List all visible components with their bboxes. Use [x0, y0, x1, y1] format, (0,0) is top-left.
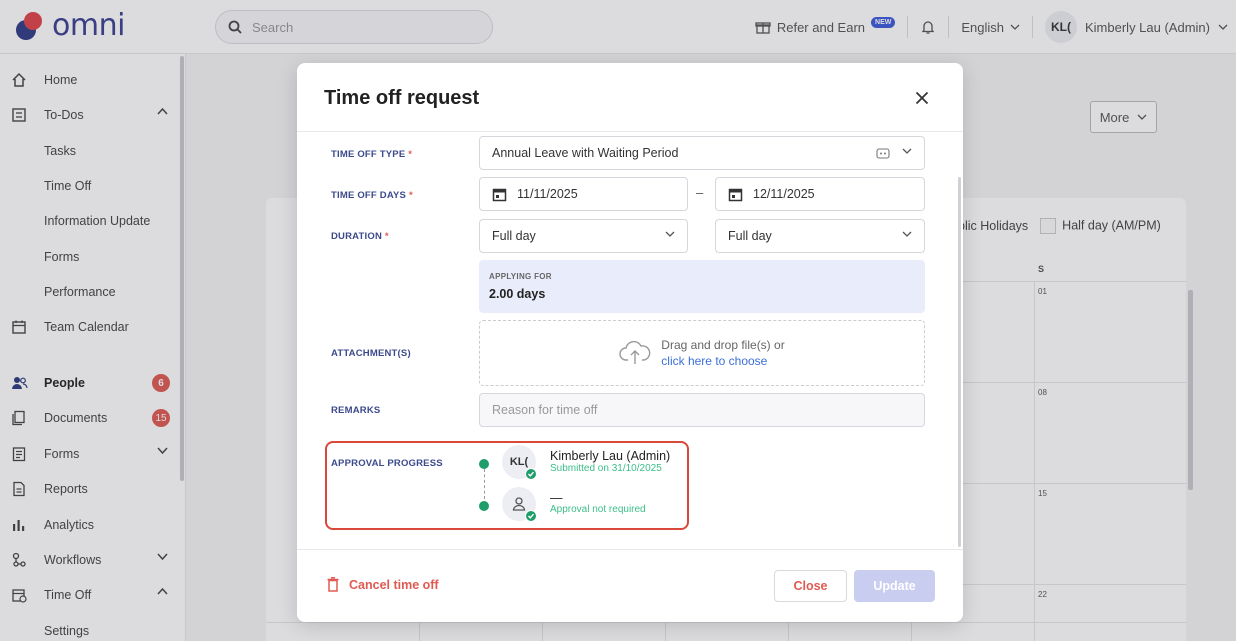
- label-text: TIME OFF TYPE: [331, 149, 406, 160]
- approver-name: —: [550, 491, 563, 505]
- approver-status: Approval not required: [550, 504, 646, 515]
- end-date-field[interactable]: 12/11/2025: [715, 177, 925, 211]
- calendar-icon: [492, 188, 507, 201]
- selected-value: Full day: [492, 229, 536, 243]
- required-mark: *: [384, 231, 389, 242]
- user-icon: [512, 497, 526, 511]
- update-button[interactable]: Update: [854, 570, 935, 602]
- choose-file-link[interactable]: click here to choose: [661, 353, 784, 369]
- start-date-value: 11/11/2025: [517, 187, 578, 201]
- date-range-separator: –: [696, 185, 704, 200]
- applying-for-label: APPLYING FOR: [489, 272, 552, 281]
- time-off-days-label: TIME OFF DAYS *: [331, 190, 413, 201]
- time-off-type-select[interactable]: Annual Leave with Waiting Period: [479, 136, 925, 170]
- chevron-down-icon: [902, 148, 912, 154]
- duration-start-select[interactable]: Full day: [479, 219, 688, 253]
- time-off-request-dialog: Time off request TIME OFF TYPE * Annual …: [297, 63, 963, 622]
- cloud-upload-icon: [619, 340, 651, 364]
- duration-label: DURATION *: [331, 231, 389, 242]
- cancel-time-off-button[interactable]: Cancel time off: [327, 577, 439, 592]
- approval-progress-label: APPROVAL PROGRESS: [331, 458, 443, 469]
- progress-connector: [484, 469, 485, 499]
- remarks-input[interactable]: Reason for time off: [479, 393, 925, 427]
- end-date-value: 12/11/2025: [753, 187, 815, 201]
- label-text: TIME OFF DAYS: [331, 190, 407, 201]
- calendar-icon: [728, 188, 743, 201]
- applying-for-value: 2.00 days: [489, 287, 546, 301]
- file-dropzone[interactable]: Drag and drop file(s) or click here to c…: [479, 320, 925, 386]
- divider: [297, 549, 963, 550]
- close-icon[interactable]: [911, 87, 933, 109]
- policy-info-icon[interactable]: [876, 148, 890, 160]
- time-off-type-label: TIME OFF TYPE *: [331, 149, 412, 160]
- check-icon: [525, 510, 537, 522]
- selected-value: Full day: [728, 229, 772, 243]
- close-button[interactable]: Close: [774, 570, 847, 602]
- selected-value: Annual Leave with Waiting Period: [492, 146, 679, 160]
- check-icon: [525, 468, 537, 480]
- approver-initials: KL(: [509, 456, 529, 468]
- progress-dot: [479, 459, 489, 469]
- label-text: DURATION: [331, 231, 383, 242]
- chevron-down-icon: [665, 231, 675, 237]
- dropzone-text: Drag and drop file(s) or: [661, 338, 785, 352]
- duration-end-select[interactable]: Full day: [715, 219, 925, 253]
- required-mark: *: [408, 149, 413, 160]
- required-mark: *: [408, 190, 413, 201]
- chevron-down-icon: [902, 231, 912, 237]
- attachments-label: ATTACHMENT(S): [331, 348, 411, 359]
- approver-name: Kimberly Lau (Admin): [550, 449, 671, 463]
- dialog-title: Time off request: [324, 87, 480, 109]
- remarks-placeholder: Reason for time off: [492, 403, 598, 417]
- trash-icon: [327, 577, 339, 592]
- start-date-field[interactable]: 11/11/2025: [479, 177, 688, 211]
- progress-dot: [479, 501, 489, 511]
- dialog-scrollbar[interactable]: [958, 177, 961, 547]
- applying-for-summary: APPLYING FOR 2.00 days: [479, 260, 925, 313]
- cancel-label: Cancel time off: [349, 577, 439, 592]
- approver-status: Submitted on 31/10/2025: [550, 463, 662, 474]
- divider: [297, 131, 963, 132]
- remarks-label: REMARKS: [331, 405, 381, 416]
